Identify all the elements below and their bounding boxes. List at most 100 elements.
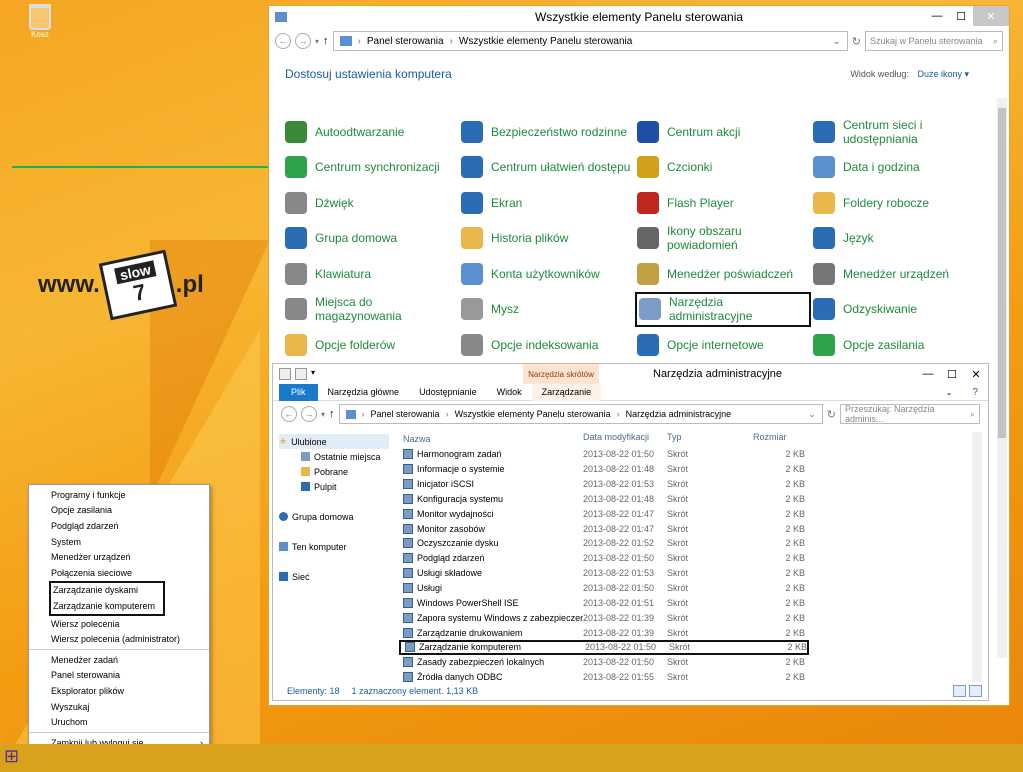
control-panel-item[interactable]: Miejsca do magazynowania [283, 292, 459, 328]
breadcrumb-item[interactable]: Narzędzia administracyjne [626, 409, 732, 419]
back-button[interactable]: ← [275, 33, 291, 49]
address-bar[interactable]: › Panel sterowania › Wszystkie elementy … [332, 31, 848, 51]
search-input[interactable]: Szukaj w Panelu sterowania ⌕ [865, 31, 1003, 51]
recent-dropdown-icon[interactable]: ▾ [315, 37, 319, 46]
control-panel-item[interactable]: Odzyskiwanie [811, 292, 987, 328]
menu-item[interactable]: Panel sterowania [29, 668, 209, 684]
menu-item[interactable]: Podgląd zdarzeń [29, 518, 209, 534]
tab-share[interactable]: Udostępnianie [409, 387, 487, 397]
table-row[interactable]: Usługi 2013-08-22 01:50 Skrót 2 KB [399, 581, 809, 596]
table-row[interactable]: Zarządzanie drukowaniem 2013-08-22 01:39 S… [399, 625, 809, 640]
control-panel-item[interactable]: Opcje internetowe [635, 327, 811, 363]
control-panel-item[interactable]: Centrum ułatwień dostępu [459, 150, 635, 186]
up-button[interactable]: ↑ [323, 35, 329, 47]
breadcrumb-item[interactable]: Wszystkie elementy Panelu sterowania [459, 36, 632, 47]
view-dropdown[interactable]: Duże ikony ▾ [917, 69, 969, 79]
details-view-icon[interactable] [953, 685, 966, 697]
start-button[interactable]: ⊞ [4, 746, 30, 770]
control-panel-item[interactable]: Język [811, 221, 987, 257]
menu-item[interactable]: Menedżer zadań [29, 652, 209, 668]
control-panel-item[interactable]: Opcje zasilania [811, 327, 987, 363]
nav-favorites[interactable]: ★ Ulubione [279, 434, 389, 449]
control-panel-item[interactable]: Menedżer poświadczeń [635, 256, 811, 292]
chevron-down-icon[interactable]: ⌄ [808, 409, 816, 420]
table-row[interactable]: Źródła danych ODBC 2013-08-22 01:55 Skrót 2… [399, 670, 809, 685]
column-size[interactable]: Rozmiar [753, 432, 805, 446]
control-panel-item[interactable]: Konta użytkowników [459, 256, 635, 292]
control-panel-item[interactable]: Klawiatura [283, 256, 459, 292]
recent-dropdown-icon[interactable]: ▾ [321, 410, 325, 419]
tab-home[interactable]: Narzędzia główne [318, 387, 410, 397]
expand-ribbon-icon[interactable]: ⌄ [936, 388, 963, 397]
control-panel-item[interactable]: Centrum akcji [635, 114, 811, 150]
control-panel-item[interactable]: Flash Player [635, 185, 811, 221]
scrollbar-thumb[interactable] [998, 108, 1006, 438]
control-panel-item[interactable]: Data i godzina [811, 150, 987, 186]
control-panel-item[interactable]: Dźwięk [283, 185, 459, 221]
search-input[interactable]: Przeszukaj: Narzędzia adminis... ⌕ [840, 404, 980, 424]
table-row[interactable]: Podgląd zdarzeń 2013-08-22 01:50 Skrót 2 KB [399, 551, 809, 566]
table-row[interactable]: Monitor wydajności 2013-08-22 01:47 Skrót 2… [399, 506, 809, 521]
control-panel-item[interactable]: Opcje folderów [283, 327, 459, 363]
breadcrumb-item[interactable]: Wszystkie elementy Panelu sterowania [455, 409, 611, 419]
table-row[interactable]: Harmonogram zadań 2013-08-22 01:50 Skrót 2 … [399, 447, 809, 462]
nav-recent-places[interactable]: Ostatnie miejsca [279, 449, 389, 464]
control-panel-item[interactable]: Ekran [459, 185, 635, 221]
menu-item[interactable]: Połączenia sieciowe [29, 565, 209, 581]
close-button[interactable]: ✕ [964, 364, 988, 384]
properties-icon[interactable] [279, 368, 291, 380]
back-button[interactable]: ← [281, 406, 297, 422]
large-icons-view-icon[interactable] [969, 685, 982, 697]
table-row[interactable]: Informacje o systemie 2013-08-22 01:48 Skr… [399, 462, 809, 477]
menu-item[interactable]: Zarządzanie dyskami [51, 583, 163, 599]
column-name[interactable]: Nazwa [399, 432, 583, 446]
menu-item[interactable]: Zarządzanie komputerem [51, 598, 163, 614]
minimize-button[interactable]: — [925, 6, 949, 26]
nav-network[interactable]: Sieć [279, 569, 389, 584]
scrollbar[interactable] [997, 98, 1007, 658]
menu-item[interactable]: Wiersz polecenia (administrator) [29, 631, 209, 647]
forward-button[interactable]: → [295, 33, 311, 49]
close-button[interactable]: ✕ [973, 6, 1009, 26]
menu-item[interactable]: Opcje zasilania [29, 503, 209, 519]
maximize-button[interactable]: ☐ [949, 6, 973, 26]
menu-item[interactable]: Programy i funkcje [29, 487, 209, 503]
refresh-icon[interactable]: ↻ [852, 35, 861, 48]
table-row[interactable]: Windows PowerShell ISE 2013-08-22 01:51 Sk… [399, 595, 809, 610]
control-panel-item[interactable]: Grupa domowa [283, 221, 459, 257]
control-panel-item[interactable]: Menedżer urządzeń [811, 256, 987, 292]
control-panel-item[interactable]: Centrum sieci i udostępniania [811, 114, 987, 150]
table-row[interactable]: Zarządzanie komputerem 2013-08-22 01:50 Sk… [399, 639, 809, 655]
chevron-down-icon[interactable]: ⌄ [832, 36, 840, 47]
tab-view[interactable]: Widok [487, 387, 532, 397]
table-row[interactable]: Zapora systemu Windows z zabezpieczen...… [399, 610, 809, 625]
maximize-button[interactable]: ☐ [940, 364, 964, 384]
menu-item[interactable]: Uruchom [29, 714, 209, 730]
table-row[interactable]: Zasady zabezpieczeń lokalnych 2013-08-22 … [399, 655, 809, 670]
tab-manage[interactable]: Zarządzanie [531, 383, 602, 401]
address-bar[interactable]: › Panel sterowania › Wszystkie elementy … [338, 404, 823, 424]
table-row[interactable]: Monitor zasobów 2013-08-22 01:47 Skrót 2 KB [399, 521, 809, 536]
table-row[interactable]: Konfiguracja systemu 2013-08-22 01:48 Skró… [399, 492, 809, 507]
nav-downloads[interactable]: Pobrane [279, 464, 389, 479]
control-panel-item[interactable]: Bezpieczeństwo rodzinne [459, 114, 635, 150]
control-panel-item[interactable]: Historia plików [459, 221, 635, 257]
help-icon[interactable]: ? [962, 387, 988, 398]
customize-icon[interactable]: ▾ [311, 368, 323, 380]
new-folder-icon[interactable] [295, 368, 307, 380]
control-panel-item[interactable]: Autoodtwarzanie [283, 114, 459, 150]
control-panel-item[interactable]: Ikony obszaru powiadomień [635, 221, 811, 257]
tab-file[interactable]: Plik [279, 383, 318, 401]
control-panel-item[interactable]: Opcje indeksowania [459, 327, 635, 363]
control-panel-item[interactable]: Narzędzia administracyjne [635, 291, 811, 327]
control-panel-item[interactable]: Mysz [459, 292, 635, 328]
control-panel-item[interactable]: Centrum synchronizacji [283, 150, 459, 186]
recycle-bin[interactable]: Kosz [24, 4, 56, 39]
column-date[interactable]: Data modyfikacji [583, 432, 667, 446]
up-button[interactable]: ↑ [329, 408, 335, 420]
table-row[interactable]: Oczyszczanie dysku 2013-08-22 01:52 Skrót 2… [399, 536, 809, 551]
refresh-icon[interactable]: ↻ [827, 408, 836, 421]
nav-this-pc[interactable]: Ten komputer [279, 539, 389, 554]
minimize-button[interactable]: — [916, 364, 940, 384]
table-row[interactable]: Usługi składowe 2013-08-22 01:53 Skrót 2 KB [399, 566, 809, 581]
